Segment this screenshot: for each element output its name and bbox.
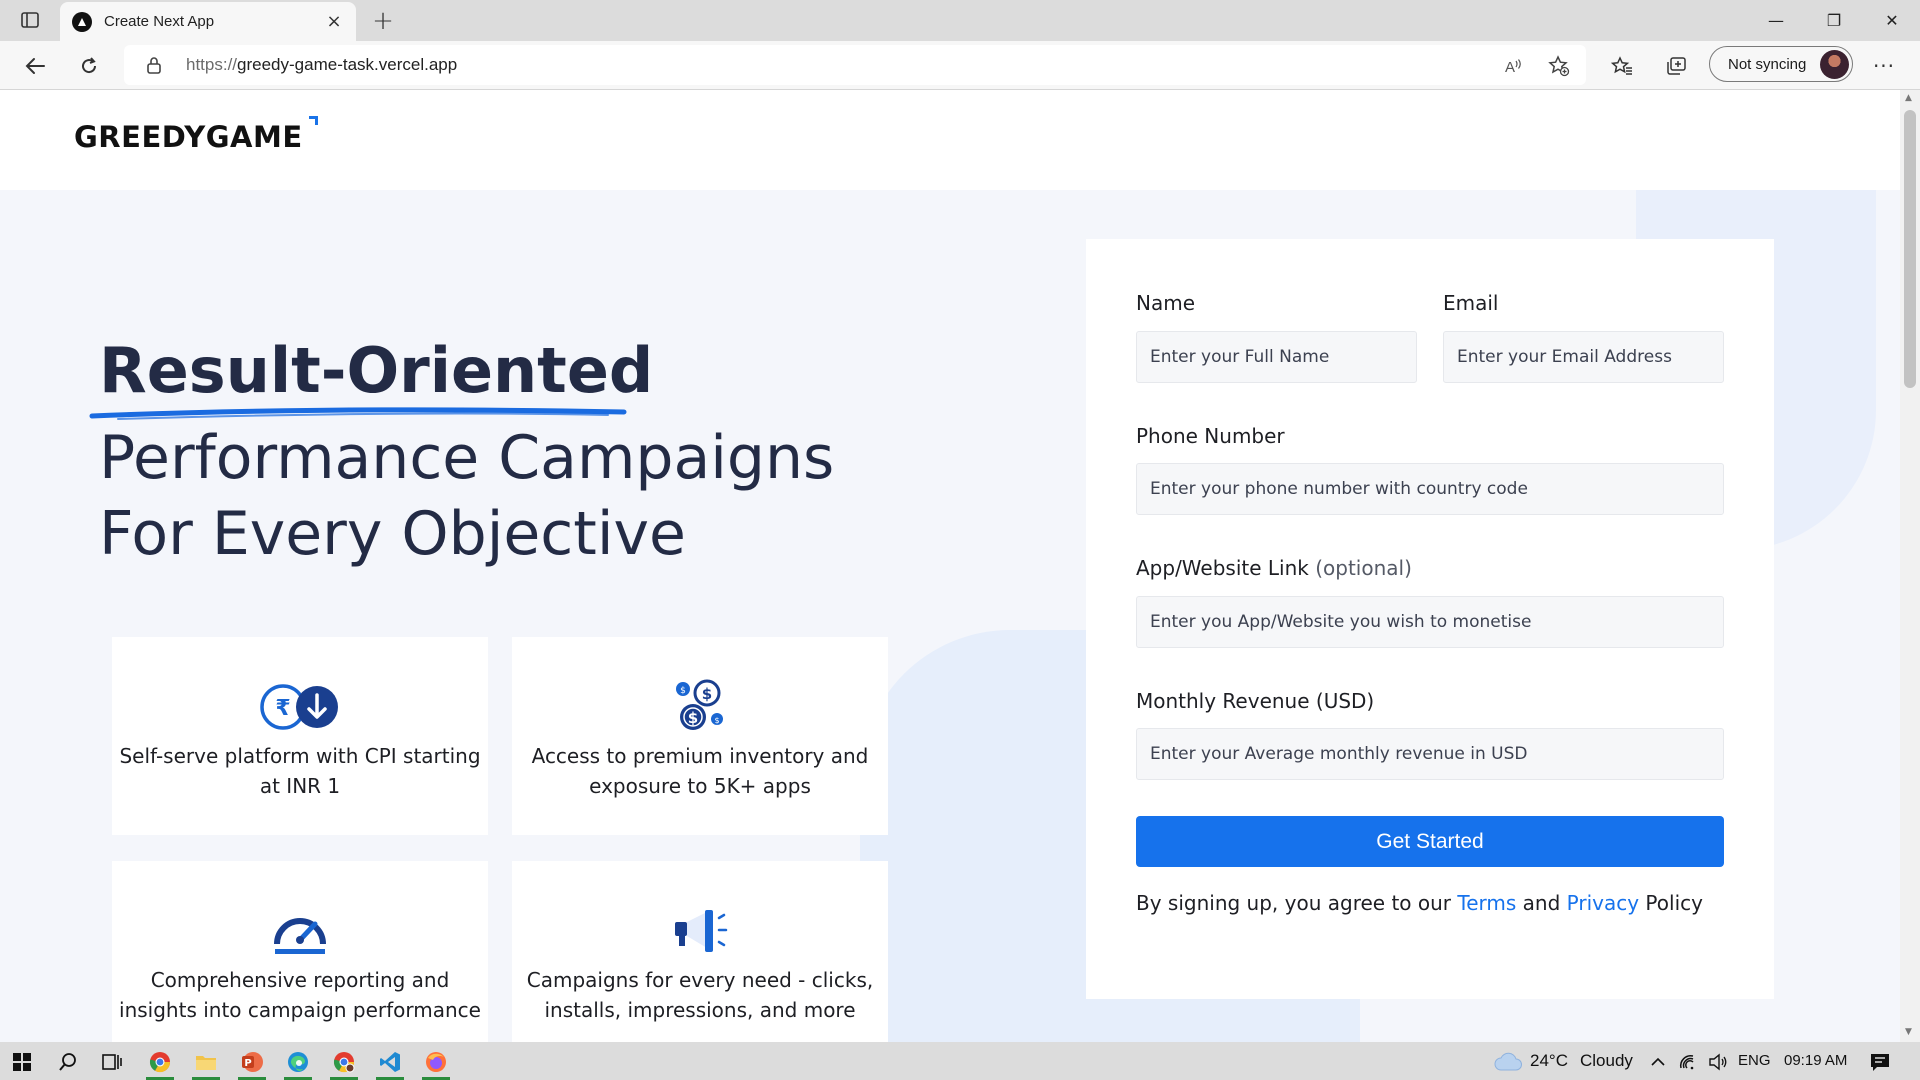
powerpoint-icon[interactable]: P <box>230 1046 274 1080</box>
page-viewport: GREEDYGAME Result-Oriented Performance C… <box>0 90 1900 1042</box>
optional-tag: (optional) <box>1315 556 1412 580</box>
feature-text: Self-serve platform with CPI starting at… <box>119 744 481 798</box>
back-button[interactable] <box>18 49 52 83</box>
signup-form-card: Name Email Phone Number App/Website Link… <box>1086 239 1774 999</box>
page-scrollbar[interactable]: ▲ ▼ <box>1900 90 1920 1042</box>
more-options-icon[interactable]: ··· <box>1868 50 1900 82</box>
nextjs-favicon-icon <box>72 11 92 32</box>
phone-input[interactable] <box>1136 463 1724 515</box>
svg-text:$: $ <box>680 686 686 696</box>
address-bar[interactable]: https://greedy-game-task.vercel.app A <box>124 45 1586 85</box>
headline-line-2: Performance Campaigns <box>99 423 835 493</box>
chrome-icon[interactable] <box>138 1046 182 1080</box>
lock-icon[interactable] <box>146 56 162 78</box>
collections-icon[interactable] <box>1660 50 1692 82</box>
terms-prefix: By signing up, you agree to our <box>1136 891 1452 915</box>
chrome-profile-icon[interactable] <box>322 1046 366 1080</box>
svg-text:$: $ <box>702 685 712 703</box>
svg-text:$: $ <box>714 716 719 725</box>
minimize-window-button[interactable]: — <box>1748 0 1804 40</box>
scroll-down-arrow-icon[interactable]: ▼ <box>1905 1027 1912 1037</box>
weather-condition[interactable]: Cloudy <box>1580 1051 1633 1071</box>
add-favorite-icon[interactable] <box>1546 53 1572 79</box>
search-icon[interactable] <box>46 1046 90 1078</box>
reload-button[interactable] <box>72 49 106 83</box>
megaphone-icon <box>671 905 729 957</box>
site-header: GREEDYGAME <box>0 90 1900 190</box>
headline-highlight: Result-Oriented <box>99 334 654 407</box>
app-link-label: App/Website Link (optional) <box>1136 556 1412 580</box>
email-label: Email <box>1443 291 1499 315</box>
feature-card-inventory: $ $ $ $ Access to premium inventory and … <box>512 637 888 835</box>
email-input[interactable] <box>1443 331 1724 383</box>
app-link-label-text: App/Website Link <box>1136 556 1309 580</box>
profile-sync-button[interactable]: Not syncing <box>1709 46 1853 82</box>
url-host: greedy-game-task.vercel.app <box>237 55 458 74</box>
feature-text: Campaigns for every need - clicks, insta… <box>526 968 874 1022</box>
revenue-label: Monthly Revenue (USD) <box>1136 689 1375 713</box>
vscode-icon[interactable] <box>368 1046 412 1080</box>
terms-link[interactable]: Terms <box>1457 891 1516 915</box>
firefox-icon[interactable] <box>414 1046 458 1080</box>
svg-text:A: A <box>1505 59 1515 75</box>
rupee-download-icon: ₹ <box>259 681 341 733</box>
feature-card-campaigns: Campaigns for every need - clicks, insta… <box>512 861 888 1042</box>
greedygame-logo[interactable]: GREEDYGAME <box>74 120 303 154</box>
phone-label: Phone Number <box>1136 424 1285 448</box>
browser-toolbar: https://greedy-game-task.vercel.app A No… <box>0 41 1920 90</box>
windows-taskbar: P 24°C Cloudy ENG 09:19 AM <box>0 1042 1920 1080</box>
speedometer-icon <box>271 905 329 957</box>
scroll-up-arrow-icon[interactable]: ▲ <box>1905 93 1912 103</box>
url-text[interactable]: https://greedy-game-task.vercel.app <box>186 55 457 75</box>
get-started-button[interactable]: Get Started <box>1136 816 1724 867</box>
tab-actions-icon[interactable] <box>14 8 46 32</box>
svg-text:₹: ₹ <box>275 696 290 721</box>
hero-section: Result-Oriented Performance Campaigns Fo… <box>0 190 1900 1042</box>
browser-tab-bar: Create Next App × + — ❐ ✕ <box>0 0 1920 41</box>
dollar-coins-icon: $ $ $ $ <box>671 679 729 733</box>
name-input[interactable] <box>1136 331 1417 383</box>
terms-and: and <box>1522 891 1561 915</box>
svg-text:P: P <box>244 1058 251 1069</box>
weather-temperature[interactable]: 24°C <box>1530 1051 1568 1071</box>
sync-status-label: Not syncing <box>1728 55 1807 73</box>
clock-time[interactable]: 09:19 AM <box>1784 1052 1847 1069</box>
profile-avatar <box>1820 50 1849 79</box>
notifications-icon[interactable] <box>1858 1046 1902 1078</box>
revenue-input[interactable] <box>1136 728 1724 780</box>
volume-icon[interactable] <box>1696 1046 1740 1078</box>
logo-corner-mark <box>309 116 318 125</box>
language-indicator[interactable]: ENG <box>1738 1052 1771 1069</box>
terms-notice: By signing up, you agree to our Terms an… <box>1136 891 1703 915</box>
scrollbar-thumb[interactable] <box>1904 110 1916 388</box>
tab-close-icon[interactable]: × <box>324 11 344 32</box>
new-tab-button[interactable]: + <box>368 6 398 36</box>
tab-title: Create Next App <box>104 13 215 30</box>
feature-text: Comprehensive reporting and insights int… <box>119 968 481 1022</box>
close-window-button[interactable]: ✕ <box>1864 0 1920 40</box>
svg-text:$: $ <box>688 709 698 727</box>
weather-cloud-icon[interactable] <box>1486 1046 1530 1078</box>
terms-suffix: Policy <box>1645 891 1703 915</box>
restore-window-button[interactable]: ❐ <box>1806 0 1862 40</box>
browser-tab-active[interactable]: Create Next App × <box>60 2 356 41</box>
privacy-link[interactable]: Privacy <box>1567 891 1639 915</box>
feature-card-reporting: Comprehensive reporting and insights int… <box>112 861 488 1042</box>
task-view-icon[interactable] <box>90 1046 134 1078</box>
file-explorer-icon[interactable] <box>184 1046 228 1080</box>
read-aloud-icon[interactable]: A <box>1500 53 1526 79</box>
windows-start-icon[interactable] <box>0 1046 44 1078</box>
url-protocol: https:// <box>186 55 238 74</box>
headline-line-3: For Every Objective <box>99 499 686 569</box>
feature-card-cpi: ₹ Self-serve platform with CPI starting … <box>112 637 488 835</box>
headline-subtitle: Performance Campaigns For Every Objectiv… <box>99 420 834 572</box>
app-link-input[interactable] <box>1136 596 1724 648</box>
name-label: Name <box>1136 291 1196 315</box>
feature-text: Access to premium inventory and exposure… <box>531 744 869 798</box>
edge-icon[interactable] <box>276 1046 320 1080</box>
favorites-icon[interactable] <box>1606 50 1638 82</box>
